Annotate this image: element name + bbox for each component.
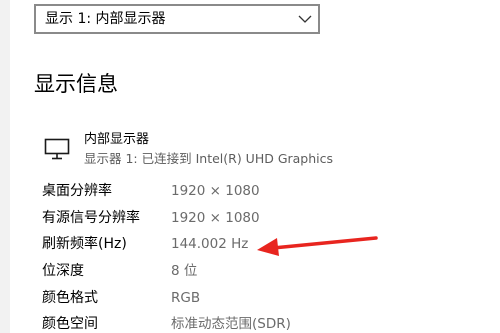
- info-value: 标准动态范围(SDR): [171, 316, 291, 332]
- chevron-down-icon: [298, 15, 312, 23]
- info-value: 1920 × 1080: [171, 210, 260, 226]
- info-label: 位深度: [42, 263, 84, 279]
- info-value: 8 位: [171, 263, 198, 279]
- display-select-value: 显示 1: 内部显示器: [45, 11, 166, 27]
- info-label: 有源信号分辨率: [42, 210, 140, 226]
- info-label: 颜色格式: [42, 290, 98, 306]
- display-select-dropdown[interactable]: 显示 1: 内部显示器: [34, 4, 320, 34]
- info-label: 桌面分辨率: [42, 183, 112, 199]
- info-value: 144.002 Hz: [171, 236, 249, 252]
- info-value: RGB: [171, 290, 201, 306]
- red-arrow-annotation: [257, 236, 378, 256]
- left-pane-edge: [0, 0, 10, 333]
- info-label: 颜色空间: [42, 316, 98, 332]
- monitor-icon: [44, 138, 70, 160]
- info-value: 1920 × 1080: [171, 183, 260, 199]
- info-label: 刷新频率(Hz): [42, 236, 127, 252]
- section-title-display-info: 显示信息: [34, 72, 118, 96]
- display-connection-info: 显示器 1: 已连接到 Intel(R) UHD Graphics: [84, 151, 334, 166]
- display-name: 内部显示器: [84, 132, 150, 147]
